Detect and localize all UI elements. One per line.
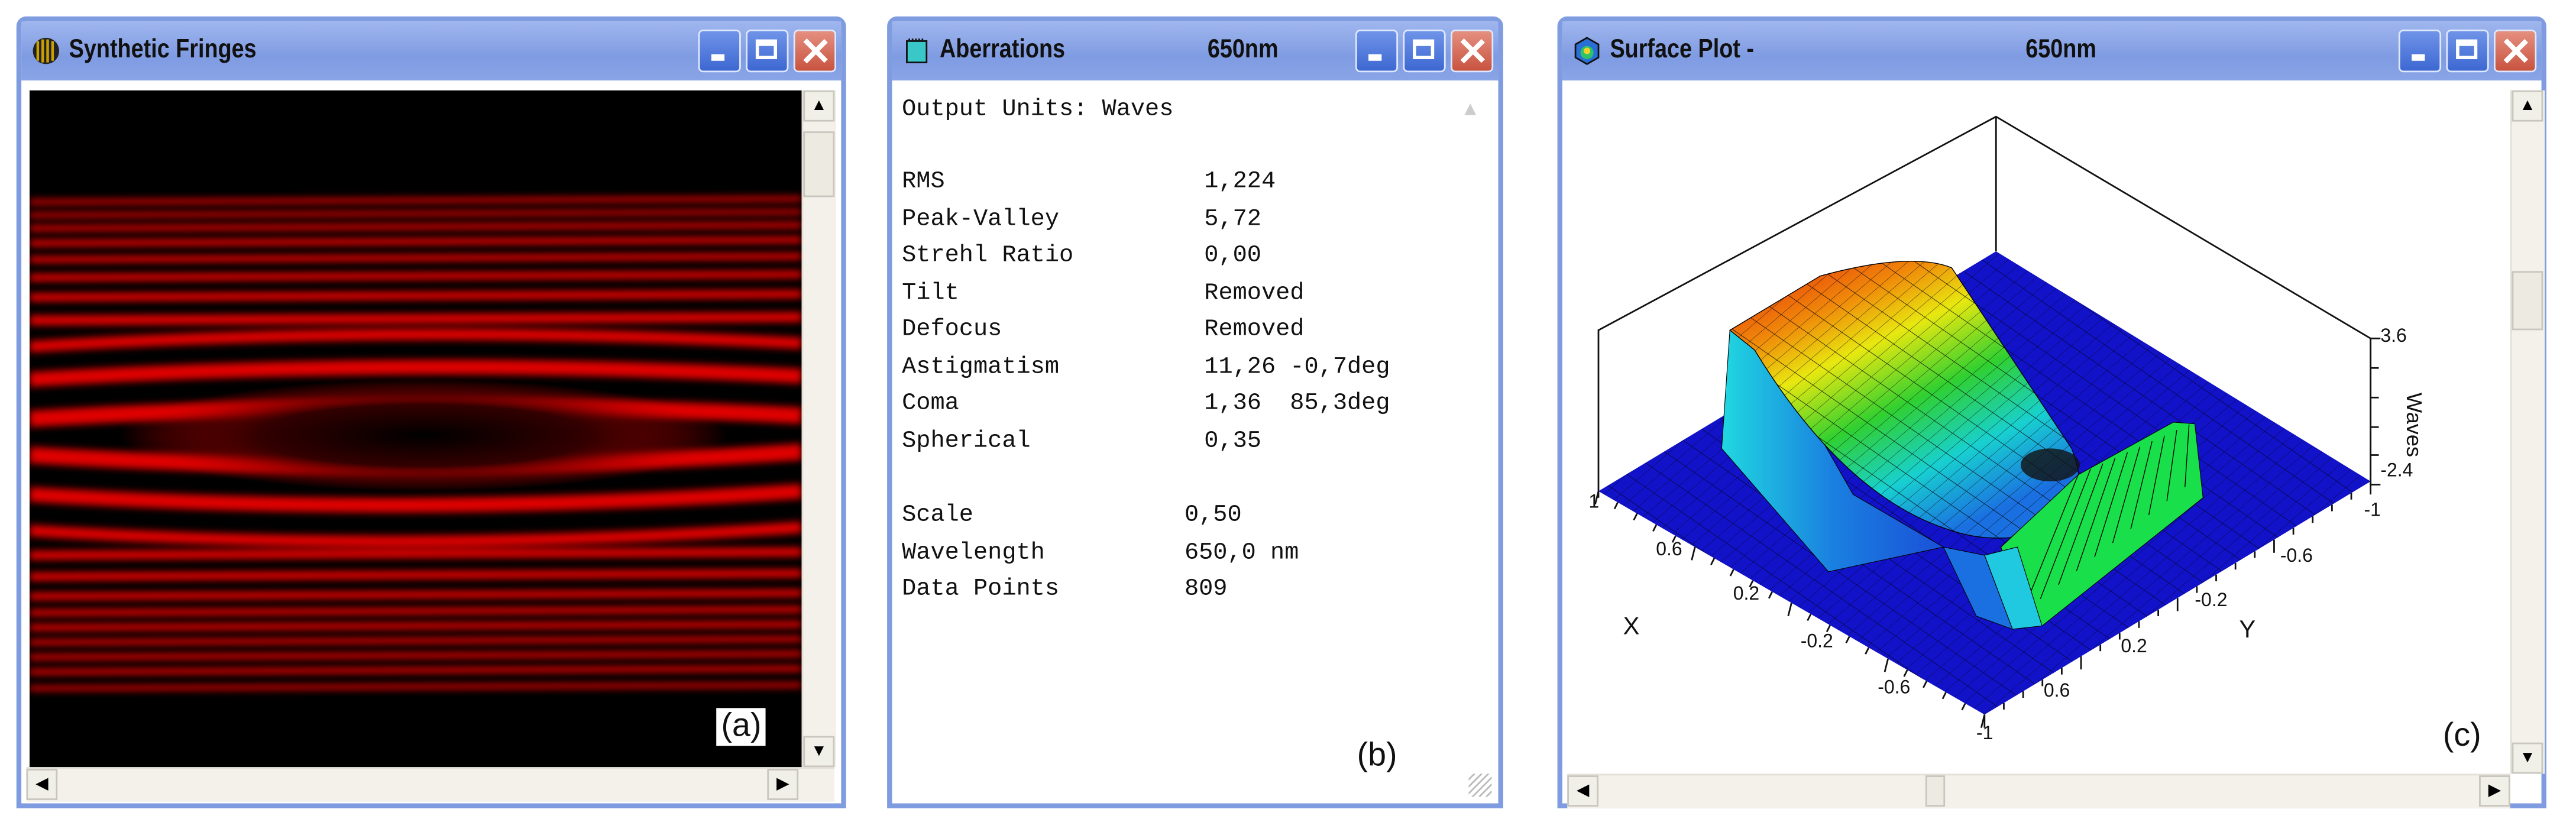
aberration-value: 650,0 nm xyxy=(1184,539,1299,567)
x-tick-label: 1 xyxy=(1588,493,1600,513)
aberration-label: Strehl Ratio xyxy=(902,243,1074,270)
aberration-label: Astigmatism xyxy=(902,354,1060,381)
scroll-right-button[interactable]: ▶ xyxy=(767,769,799,800)
aberration-label: Peak-Valley xyxy=(902,206,1060,233)
z-axis-label: Waves xyxy=(2402,392,2427,457)
fringe-image xyxy=(30,90,802,768)
z-axis xyxy=(2370,337,2381,486)
x-axis-label: X xyxy=(1623,613,1640,641)
fringe-band xyxy=(30,547,802,560)
scroll-thumb[interactable] xyxy=(1925,775,1946,807)
aberration-label: Coma xyxy=(902,391,959,418)
scroll-thumb[interactable] xyxy=(2512,271,2543,331)
close-button[interactable] xyxy=(1450,30,1494,73)
aberration-label: Defocus xyxy=(902,317,1002,344)
resize-grip[interactable] xyxy=(1468,773,1492,797)
minimize-button[interactable] xyxy=(1355,30,1399,73)
scroll-up-button[interactable]: ▲ xyxy=(1455,97,1485,130)
horizontal-scrollbar[interactable]: ◀ ▶ xyxy=(1567,773,2510,808)
minimize-button[interactable] xyxy=(698,30,741,73)
title-bar[interactable]: Aberrations 650nm xyxy=(892,21,1499,81)
fringe-band xyxy=(30,209,802,218)
fringe-band xyxy=(30,253,802,263)
z-tick-label: 3.6 xyxy=(2380,326,2407,347)
aberrations-window: Aberrations 650nm Output Units: Waves RM… xyxy=(887,16,1503,808)
notepad-icon xyxy=(906,38,928,63)
fringe-band xyxy=(30,621,802,631)
title-bar[interactable]: Synthetic Fringes xyxy=(21,21,842,81)
synthetic-fringes-window: Synthetic Fringes (a) ▲ ▼ ◀ ▶ xyxy=(16,16,846,808)
aberration-value: 1,224 xyxy=(1204,169,1276,196)
central-dark-fringe xyxy=(119,379,728,491)
surface-plot-window: Surface Plot - 650nm 3.6 -2.4 Waves 1 0.… xyxy=(1557,16,2546,808)
fringe-band xyxy=(30,237,802,247)
x-tick-label: 0.2 xyxy=(1733,584,1760,605)
x-tick-label: -0.2 xyxy=(1800,632,1833,652)
surface-plot xyxy=(1594,115,2381,728)
aberrations-report: Output Units: Waves RMS 1,224 Peak-Valley 5… xyxy=(892,84,1467,791)
aberration-value: 0,50 xyxy=(1184,503,1242,529)
fringe-band xyxy=(30,636,802,646)
y-tick-label: 0.6 xyxy=(2043,681,2070,702)
fringe-icon xyxy=(33,37,60,64)
x-tick-label: 0.6 xyxy=(1656,540,1682,561)
window-title: Synthetic Fringes xyxy=(69,36,257,64)
vertical-scrollbar[interactable]: ▲ ▼ xyxy=(801,90,837,768)
horizontal-scrollbar[interactable]: ◀ ▶ xyxy=(26,767,835,802)
panel-label: (c) xyxy=(2442,717,2481,755)
y-tick-label: -0.2 xyxy=(2195,591,2228,611)
fringe-band xyxy=(30,589,802,600)
panel-label: (a) xyxy=(716,708,766,746)
x-tick-label: -0.6 xyxy=(1878,678,1911,698)
scroll-down-button[interactable]: ▼ xyxy=(2512,742,2543,774)
fringe-band xyxy=(30,569,802,581)
fringe-band xyxy=(30,270,802,281)
scroll-left-button[interactable]: ◀ xyxy=(26,769,58,800)
y-tick-label: -1 xyxy=(2364,501,2381,521)
fringe-band xyxy=(30,665,802,675)
aberration-value: Removed xyxy=(1204,280,1305,307)
fringe-band xyxy=(30,606,802,616)
panel-label: (b) xyxy=(1357,737,1397,774)
maximize-button[interactable] xyxy=(1403,30,1446,73)
aberration-value: 11,26 -0,7deg xyxy=(1204,354,1390,381)
z-tick-label: -2.4 xyxy=(2380,461,2413,481)
aberration-value: 809 xyxy=(1184,577,1228,603)
aberration-value: 5,72 xyxy=(1204,206,1261,233)
vertical-scrollbar[interactable]: ▲ ▼ xyxy=(2510,90,2545,774)
scroll-right-button[interactable]: ▶ xyxy=(2479,775,2510,807)
fringe-band xyxy=(30,196,802,205)
y-tick-label: -0.6 xyxy=(2280,547,2313,567)
aberration-label: Wavelength xyxy=(902,539,1045,567)
window-wavelength: 650nm xyxy=(1207,36,1279,64)
aberration-value: 1,36 85,3deg xyxy=(1204,391,1390,418)
scroll-thumb[interactable] xyxy=(803,131,835,198)
scroll-up-button[interactable]: ▲ xyxy=(2512,90,2543,122)
output-units: Output Units: Waves xyxy=(902,96,1174,124)
aberration-value: Removed xyxy=(1204,317,1305,344)
fringe-band xyxy=(30,222,802,232)
fringe-band xyxy=(30,650,802,661)
y-tick-label: 0.2 xyxy=(2121,637,2147,658)
aberration-label: Tilt xyxy=(902,280,959,307)
aberration-label: Spherical xyxy=(902,428,1031,455)
x-tick-label: -1 xyxy=(1976,724,1994,745)
scroll-left-button[interactable]: ◀ xyxy=(1567,775,1598,807)
scroll-down-button[interactable]: ▼ xyxy=(803,736,835,768)
scroll-up-button[interactable]: ▲ xyxy=(803,90,835,122)
window-title: Aberrations xyxy=(940,36,1066,64)
aberration-label: RMS xyxy=(902,169,945,196)
close-button[interactable] xyxy=(793,30,837,73)
aberration-label: Scale xyxy=(902,503,974,529)
fringe-band xyxy=(30,290,802,302)
aberration-value: 0,35 xyxy=(1204,428,1261,455)
fringe-band xyxy=(30,312,802,326)
maximize-button[interactable] xyxy=(746,30,789,73)
aberration-value: 0,00 xyxy=(1204,243,1261,270)
aberration-label: Data Points xyxy=(902,577,1060,603)
fringe-band xyxy=(30,682,802,691)
y-axis-label: Y xyxy=(2239,616,2256,644)
